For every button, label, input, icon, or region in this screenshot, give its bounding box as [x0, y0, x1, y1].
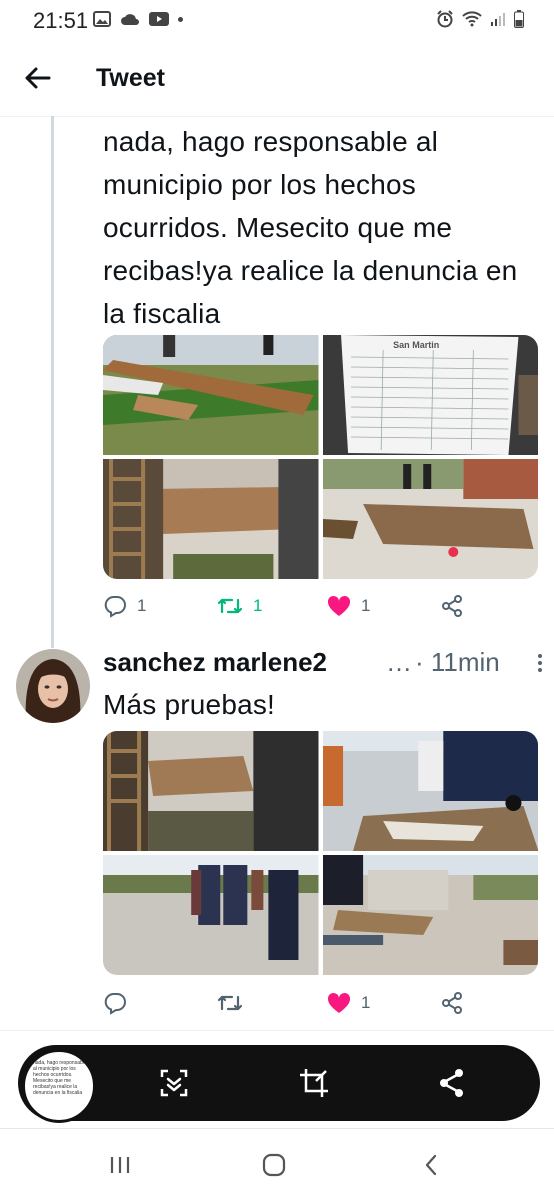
page-title: Tweet: [96, 64, 165, 92]
system-navigation-bar: [0, 1128, 554, 1201]
signal-icon: [491, 13, 505, 26]
app-header: Tweet: [0, 40, 554, 117]
tweet-text: nada, hago responsable al municipio por …: [103, 126, 518, 329]
heart-filled-icon: [327, 992, 351, 1013]
media-photo[interactable]: San Martin: [322, 335, 538, 455]
recent-apps-icon[interactable]: [108, 1153, 132, 1177]
crop-edit-icon[interactable]: [296, 1065, 332, 1101]
media-photo[interactable]: [322, 855, 538, 975]
thread-connector-line: [51, 116, 54, 648]
author-name[interactable]: sanchez marlene2: [103, 647, 327, 678]
reply-button[interactable]: 1: [103, 594, 146, 618]
gallery-notification-icon: [93, 11, 111, 27]
more-notifications-dot-icon: [178, 16, 183, 22]
media-photo[interactable]: [103, 731, 319, 851]
alarm-icon: [437, 10, 453, 28]
thumbnail-text: nada, hago responsable al municipio por …: [33, 1060, 87, 1096]
tweet-timestamp: · 11min: [415, 647, 500, 677]
screenshot-toolbar: nada, hago responsable al municipio por …: [18, 1045, 540, 1123]
media-photo[interactable]: [322, 459, 538, 579]
share-icon: [442, 595, 462, 617]
like-button[interactable]: 1: [327, 595, 370, 617]
media-photo[interactable]: [103, 335, 319, 455]
tweet-divider: [0, 1030, 554, 1031]
retweet-icon: [217, 598, 243, 614]
like-button[interactable]: 1: [327, 992, 370, 1014]
tweet-media-grid[interactable]: [103, 731, 538, 975]
home-icon[interactable]: [262, 1153, 286, 1177]
reply-button[interactable]: [103, 991, 127, 1015]
cloud-notification-icon: [121, 14, 139, 25]
retweet-icon: [217, 995, 243, 1011]
wifi-icon: [462, 11, 482, 27]
retweet-count: 1: [253, 596, 263, 615]
like-count: 1: [361, 993, 371, 1012]
more-options-icon[interactable]: [537, 653, 543, 673]
retweet-button[interactable]: [217, 991, 243, 1015]
back-nav-icon[interactable]: [420, 1153, 444, 1177]
tweet-author-row: sanchez marlene2 … · 11min: [103, 645, 543, 683]
media-photo[interactable]: [322, 731, 538, 851]
tweet-actions: 1 1 1: [103, 591, 543, 621]
screenshot-thumbnail[interactable]: nada, hago responsable al municipio por …: [22, 1049, 96, 1123]
back-arrow-icon[interactable]: [22, 62, 54, 94]
share-icon[interactable]: [434, 1065, 470, 1101]
youtube-notification-icon: [149, 12, 169, 26]
media-photo[interactable]: [103, 855, 319, 975]
status-bar: 21:51: [0, 0, 554, 40]
reply-icon: [104, 993, 126, 1015]
reply-count: 1: [137, 596, 147, 615]
tweet-text: Más pruebas!: [103, 689, 276, 720]
heart-filled-icon: [327, 595, 351, 616]
paper-heading-text: San Martin: [393, 340, 439, 350]
share-button[interactable]: [440, 991, 464, 1015]
retweet-button[interactable]: 1: [217, 594, 262, 618]
media-photo[interactable]: [103, 459, 319, 579]
tweet-actions: 1: [103, 988, 543, 1018]
author-name-truncation: …: [386, 647, 412, 677]
avatar[interactable]: [16, 649, 90, 723]
battery-icon: [514, 10, 524, 28]
reply-icon: [104, 596, 126, 618]
like-count: 1: [361, 596, 371, 615]
share-button[interactable]: [440, 594, 464, 618]
scroll-capture-icon[interactable]: [156, 1065, 192, 1101]
tweet-media-grid[interactable]: San Martin: [103, 335, 538, 579]
status-time: 21:51: [33, 8, 89, 33]
share-icon: [442, 992, 462, 1014]
